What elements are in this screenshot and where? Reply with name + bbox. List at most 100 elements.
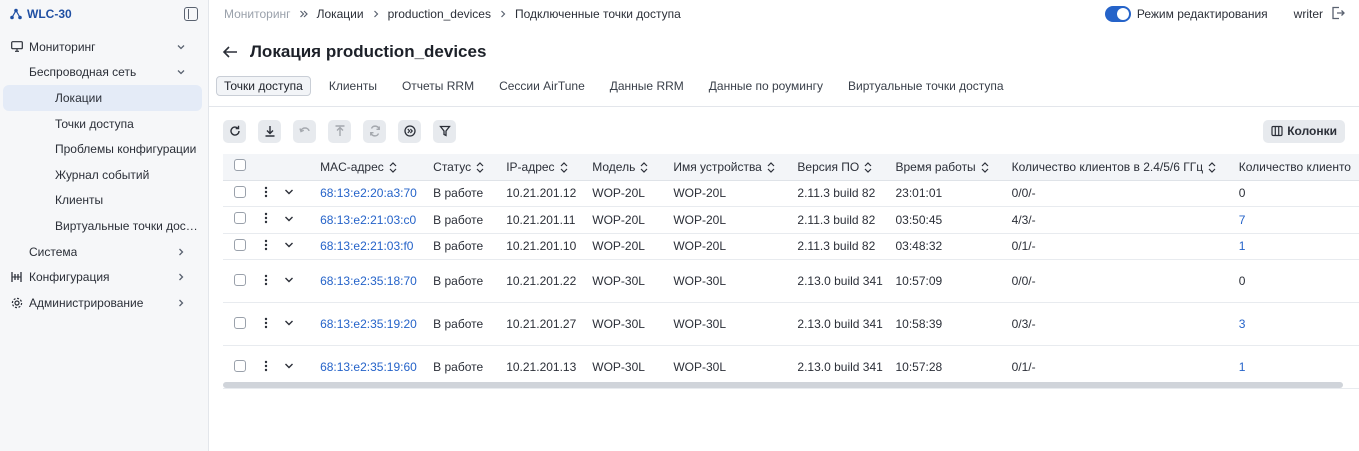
table-row[interactable]: 68:13:e2:21:03:c0 В работе 10.21.201.11 WOP… — [223, 206, 1359, 234]
chevron-down-icon[interactable] — [284, 318, 294, 328]
column-header-clients-bands[interactable]: Количество клиентов в 2.4/5/6 ГГц — [1011, 154, 1239, 181]
column-header-label: MAC-адрес — [320, 159, 384, 174]
row-checkbox[interactable] — [234, 185, 246, 198]
clients-bands-cell: 0/3/- — [1011, 302, 1239, 346]
tab-clients[interactable]: Клиенты — [322, 76, 384, 96]
column-header-device-name[interactable]: Имя устройства — [673, 154, 798, 181]
tab-access-points[interactable]: Точки доступа — [216, 76, 311, 96]
horizontal-scrollbar[interactable] — [223, 382, 1343, 388]
download-button[interactable] — [258, 119, 281, 143]
mac-address-link[interactable]: 68:13:e2:35:19:20 — [320, 302, 434, 346]
table-row[interactable]: 68:13:e2:35:19:20 В работе 10.21.201.27 WOP… — [223, 302, 1359, 346]
sort-icon[interactable] — [1208, 162, 1216, 173]
breadcrumb-locations[interactable]: Локации — [317, 7, 364, 21]
sidebar-collapse-icon[interactable] — [184, 7, 198, 21]
columns-button[interactable]: Колонки — [1263, 119, 1345, 143]
more-vertical-icon[interactable] — [260, 360, 272, 372]
more-vertical-icon[interactable] — [260, 274, 272, 286]
more-vertical-icon[interactable] — [260, 212, 272, 224]
select-all-checkbox[interactable] — [234, 159, 246, 172]
sidebar-item-locations[interactable]: Локации — [3, 85, 202, 111]
column-header-status[interactable]: Статус — [433, 154, 507, 181]
sort-icon[interactable] — [476, 162, 484, 173]
mac-address-link[interactable]: 68:13:e2:20:a3:70 — [320, 180, 434, 207]
table-header-row: MAC-адрес Статус IP-адрес Модель Имя уст… — [223, 154, 1359, 181]
tab-airtune-sessions[interactable]: Сессии AirTune — [492, 76, 592, 96]
edit-mode-toggle[interactable] — [1104, 6, 1131, 22]
column-header-clients[interactable]: Количество клиенто — [1238, 154, 1359, 181]
more-vertical-icon[interactable] — [260, 186, 272, 198]
chevron-down-icon[interactable] — [284, 214, 294, 224]
sync-button[interactable] — [363, 119, 386, 143]
tab-roaming-data[interactable]: Данные по роумингу — [702, 76, 830, 96]
tab-virtual-aps[interactable]: Виртуальные точки доступа — [841, 76, 1011, 96]
chevron-down-icon — [176, 67, 186, 77]
sidebar-item-administration[interactable]: Администрирование — [0, 290, 208, 316]
sidebar-item-clients[interactable]: Клиенты — [0, 188, 208, 214]
model-cell: WOP-20L — [592, 206, 674, 234]
breadcrumb-monitoring[interactable]: Мониторинг — [224, 7, 291, 21]
reboot-button[interactable] — [293, 119, 316, 143]
config-icon — [10, 271, 23, 284]
more-vertical-icon[interactable] — [260, 317, 272, 329]
clients-count-cell: 0 — [1238, 259, 1359, 303]
firmware-cell: 2.11.3 build 82 — [797, 233, 896, 260]
forward-button[interactable] — [398, 119, 421, 143]
mac-address-link[interactable]: 68:13:e2:21:03:c0 — [320, 206, 434, 234]
upload-button[interactable] — [328, 119, 351, 143]
sidebar-item-access-points[interactable]: Точки доступа — [0, 111, 208, 137]
sidebar-item-wireless[interactable]: Беспроводная сеть — [0, 60, 208, 86]
column-header-firmware[interactable]: Версия ПО — [797, 154, 896, 181]
row-checkbox[interactable] — [234, 238, 246, 251]
filter-button[interactable] — [433, 119, 456, 143]
clients-count-cell[interactable]: 1 — [1238, 233, 1359, 260]
tab-rrm-reports[interactable]: Отчеты RRM — [395, 76, 481, 96]
column-header-mac[interactable]: MAC-адрес — [320, 154, 434, 181]
mac-address-link[interactable]: 68:13:e2:35:18:70 — [320, 259, 434, 303]
mac-address-link[interactable]: 68:13:e2:21:03:f0 — [320, 233, 434, 260]
sidebar-item-virtual-aps[interactable]: Виртуальные точки доступа — [0, 213, 208, 239]
column-header-model[interactable]: Модель — [592, 154, 674, 181]
sort-icon[interactable] — [389, 162, 397, 173]
sort-icon[interactable] — [864, 162, 872, 173]
undo-icon — [298, 127, 310, 133]
sidebar-item-label: Виртуальные точки доступа — [55, 218, 200, 233]
toolbar: Колонки — [209, 111, 1359, 151]
sort-icon[interactable] — [640, 162, 648, 173]
clients-count-cell[interactable]: 3 — [1238, 302, 1359, 346]
double-chevron-circle-icon — [403, 125, 416, 137]
clients-count-cell[interactable]: 7 — [1238, 206, 1359, 234]
breadcrumb-location[interactable]: production_devices — [388, 7, 491, 21]
sidebar-item-system[interactable]: Система — [0, 239, 208, 265]
back-arrow-icon[interactable] — [222, 45, 240, 59]
ip-cell: 10.21.201.10 — [506, 233, 593, 260]
column-header-uptime[interactable]: Время работы — [895, 154, 1012, 181]
column-header-ip[interactable]: IP-адрес — [506, 154, 593, 181]
uptime-cell: 23:01:01 — [895, 180, 1012, 207]
refresh-button[interactable] — [223, 119, 246, 143]
sidebar-item-config-problems[interactable]: Проблемы конфигурации — [0, 136, 208, 162]
sidebar-item-label: Журнал событий — [55, 167, 150, 182]
sort-icon[interactable] — [560, 162, 568, 173]
sidebar: WLC-30 Мониторинг Беспроводная сеть Лока… — [0, 0, 209, 451]
chevron-right-icon — [372, 9, 380, 19]
sidebar-item-configuration[interactable]: Конфигурация — [0, 264, 208, 290]
table-row[interactable]: 68:13:e2:20:a3:70 В работе 10.21.201.12 WOP… — [223, 180, 1359, 207]
sidebar-item-event-log[interactable]: Журнал событий — [0, 162, 208, 188]
chevron-down-icon[interactable] — [284, 187, 294, 197]
more-vertical-icon[interactable] — [260, 239, 272, 251]
row-checkbox[interactable] — [234, 273, 246, 286]
logout-icon[interactable] — [1331, 6, 1345, 23]
sort-icon[interactable] — [981, 162, 989, 173]
sidebar-item-monitoring[interactable]: Мониторинг — [0, 34, 208, 60]
chevron-down-icon[interactable] — [284, 275, 294, 285]
chevron-down-icon[interactable] — [284, 240, 294, 250]
row-checkbox[interactable] — [234, 316, 246, 329]
chevron-down-icon[interactable] — [284, 361, 294, 371]
sort-icon[interactable] — [767, 162, 775, 173]
row-checkbox[interactable] — [234, 359, 246, 372]
table-row[interactable]: 68:13:e2:35:18:70 В работе 10.21.201.22 WOP… — [223, 259, 1359, 303]
row-checkbox[interactable] — [234, 212, 246, 225]
tab-rrm-data[interactable]: Данные RRM — [603, 76, 691, 96]
table-row[interactable]: 68:13:e2:21:03:f0 В работе 10.21.201.10 WOP… — [223, 233, 1359, 260]
